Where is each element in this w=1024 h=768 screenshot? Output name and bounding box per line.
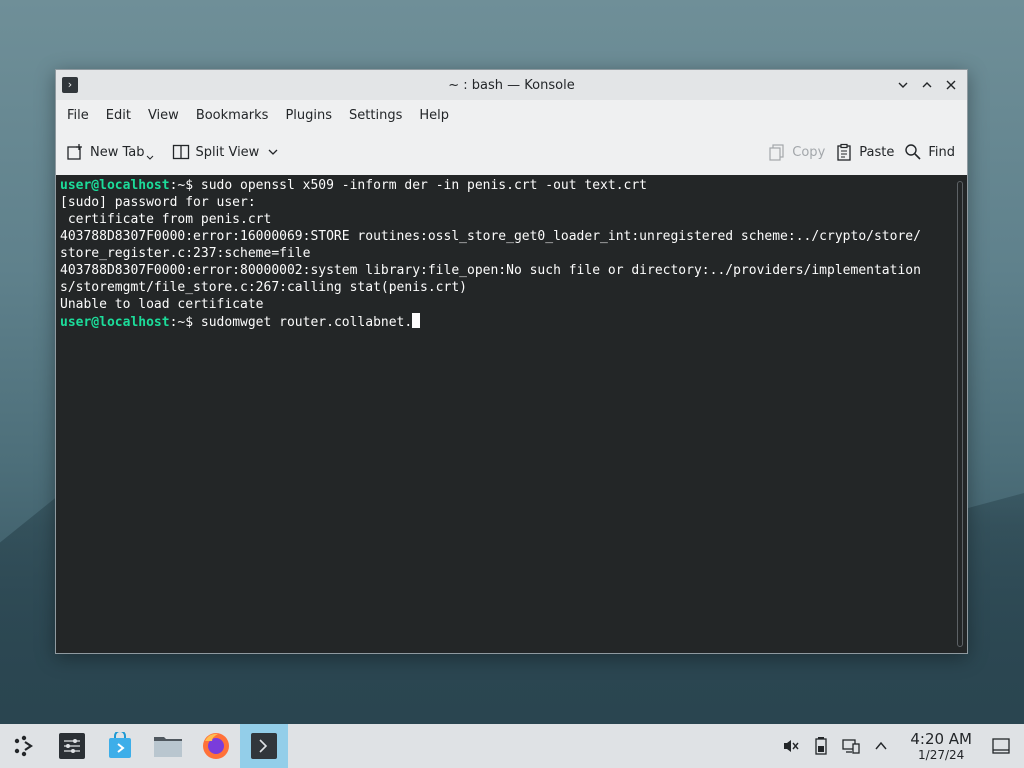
task-system-settings[interactable] bbox=[48, 724, 96, 768]
firefox-icon bbox=[203, 733, 229, 759]
toolbar-right: Copy Paste Find bbox=[758, 130, 955, 174]
window-title: ~ : bash — Konsole bbox=[448, 77, 575, 93]
text-cursor bbox=[412, 313, 421, 328]
prompt-user: user@localhost bbox=[60, 315, 170, 330]
maximize-button[interactable] bbox=[917, 75, 937, 95]
split-view-label: Split View bbox=[195, 144, 260, 160]
find-label: Find bbox=[928, 144, 955, 160]
menu-file[interactable]: File bbox=[59, 108, 97, 123]
menu-edit[interactable]: Edit bbox=[98, 108, 139, 123]
command-text: sudo openssl x509 -inform der -in penis.… bbox=[200, 178, 648, 193]
konsole-window: › ~ : bash — Konsole File Edit View Book… bbox=[55, 69, 968, 654]
taskbar: 4:20 AM 1/27/24 bbox=[0, 724, 1024, 768]
network-icon[interactable] bbox=[840, 735, 862, 757]
terminal-line: store_register.c:237:scheme=file bbox=[60, 246, 311, 261]
task-firefox[interactable] bbox=[192, 724, 240, 768]
clock-time: 4:20 AM bbox=[910, 729, 972, 748]
menubar: File Edit View Bookmarks Plugins Setting… bbox=[56, 100, 967, 130]
system-settings-icon bbox=[59, 733, 85, 759]
paste-icon bbox=[837, 143, 851, 161]
application-launcher-icon bbox=[14, 735, 33, 757]
find-button[interactable]: Find bbox=[904, 143, 955, 161]
split-view-icon bbox=[172, 144, 189, 160]
terminal-line: [sudo] password for user: bbox=[60, 195, 256, 210]
konsole-icon bbox=[251, 733, 277, 759]
copy-button[interactable]: Copy bbox=[768, 143, 825, 161]
copy-label: Copy bbox=[792, 144, 826, 160]
titlebar[interactable]: › ~ : bash — Konsole bbox=[56, 70, 967, 100]
system-tray: 4:20 AM 1/27/24 bbox=[776, 724, 1024, 768]
menu-plugins[interactable]: Plugins bbox=[277, 108, 340, 123]
new-tab-dropdown-icon bbox=[146, 155, 153, 160]
prompt-user: user@localhost bbox=[60, 178, 170, 193]
battery-icon[interactable] bbox=[810, 735, 832, 757]
terminal-scrollbar[interactable] bbox=[957, 181, 963, 647]
task-dolphin[interactable] bbox=[144, 724, 192, 768]
close-icon bbox=[946, 80, 956, 90]
new-tab-icon bbox=[67, 144, 82, 160]
terminal-line: 403788D8307F0000:error:80000002:system l… bbox=[60, 263, 921, 278]
terminal-line: user@localhost:~$ sudo openssl x509 -inf… bbox=[60, 177, 963, 194]
application-launcher[interactable] bbox=[0, 724, 48, 768]
menu-settings[interactable]: Settings bbox=[341, 108, 410, 123]
terminal-line: s/storemgmt/file_store.c:267:calling sta… bbox=[60, 280, 467, 295]
copy-icon bbox=[769, 144, 784, 161]
dolphin-icon bbox=[154, 737, 182, 757]
task-konsole[interactable] bbox=[240, 724, 288, 768]
paste-label: Paste bbox=[859, 144, 895, 160]
terminal-output[interactable]: user@localhost:~$ sudo openssl x509 -inf… bbox=[56, 175, 967, 653]
chevron-down-icon bbox=[898, 82, 908, 88]
menu-bookmarks[interactable]: Bookmarks bbox=[188, 108, 277, 123]
search-icon bbox=[905, 144, 921, 160]
prompt-suffix: :~$ bbox=[169, 315, 201, 330]
show-desktop-icon[interactable] bbox=[990, 735, 1012, 757]
close-button[interactable] bbox=[941, 75, 961, 95]
window-controls bbox=[893, 75, 961, 95]
new-tab-button[interactable]: New Tab bbox=[66, 142, 160, 162]
command-input[interactable]: sudomwget router.collabnet. bbox=[201, 315, 412, 330]
paste-button[interactable]: Paste bbox=[835, 143, 894, 161]
menu-help[interactable]: Help bbox=[411, 108, 457, 123]
expand-tray-icon[interactable] bbox=[870, 735, 892, 757]
toolbar: New Tab Split View Copy Paste Find bbox=[56, 130, 967, 174]
task-discover[interactable] bbox=[96, 724, 144, 768]
discover-icon bbox=[109, 732, 131, 758]
volume-muted-icon[interactable] bbox=[780, 735, 802, 757]
new-tab-label: New Tab bbox=[90, 144, 145, 160]
digital-clock[interactable]: 4:20 AM 1/27/24 bbox=[910, 729, 972, 762]
minimize-button[interactable] bbox=[893, 75, 913, 95]
menu-view[interactable]: View bbox=[140, 108, 187, 123]
split-view-button[interactable]: Split View bbox=[172, 143, 286, 161]
clock-date: 1/27/24 bbox=[918, 747, 965, 762]
prompt-suffix: :~$ bbox=[169, 178, 201, 193]
chevron-down-icon bbox=[268, 149, 278, 155]
terminal-line: 403788D8307F0000:error:16000069:STORE ro… bbox=[60, 229, 921, 244]
chevron-up-icon bbox=[922, 82, 932, 88]
terminal-line: user@localhost:~$ sudomwget router.colla… bbox=[60, 313, 963, 331]
terminal-line: certificate from penis.crt bbox=[60, 212, 272, 227]
terminal-line: Unable to load certificate bbox=[60, 297, 264, 312]
